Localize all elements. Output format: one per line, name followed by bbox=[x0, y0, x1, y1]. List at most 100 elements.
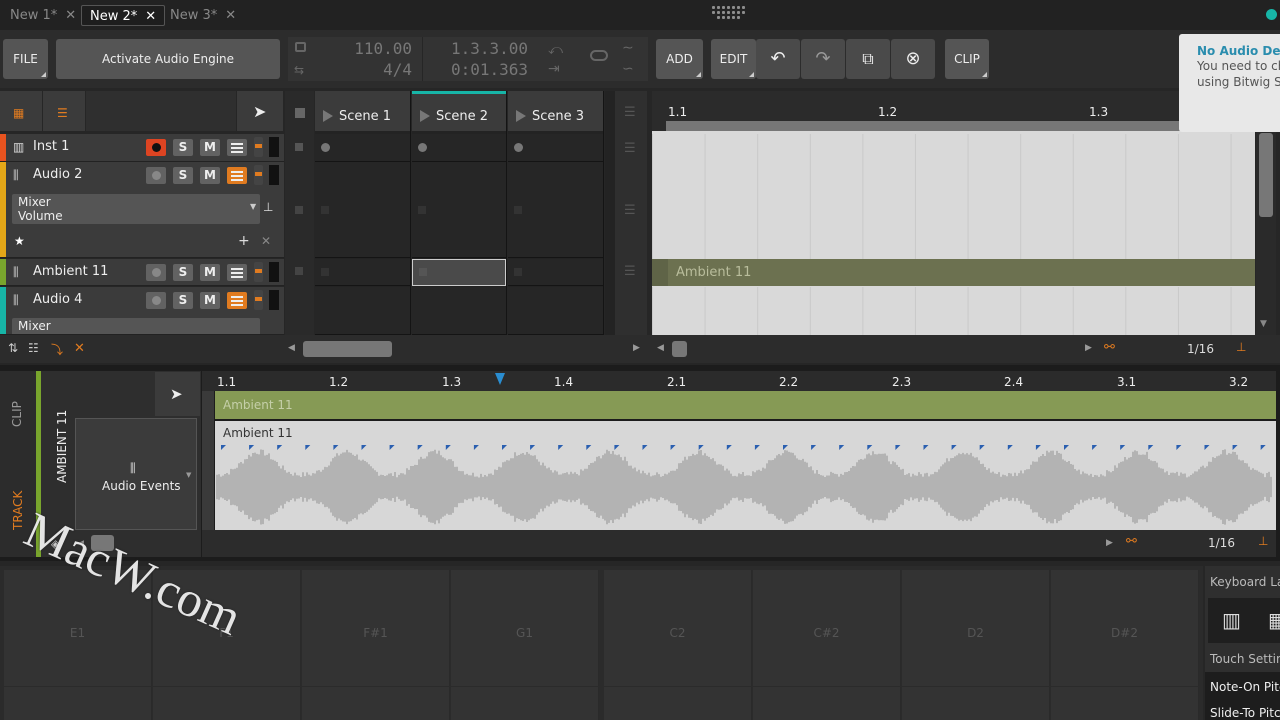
redo-icon[interactable]: ↷ bbox=[801, 39, 845, 79]
parameter-selector[interactable]: Mixer bbox=[12, 318, 260, 334]
time-display[interactable]: 0:01.363 bbox=[428, 60, 528, 79]
metronome-icon[interactable]: ⤺ bbox=[548, 42, 563, 58]
add-icon[interactable]: + bbox=[238, 233, 250, 249]
file-button[interactable]: FILE bbox=[3, 39, 48, 79]
horizontal-scrollbar-thumb[interactable] bbox=[672, 341, 687, 357]
scroll-left-icon[interactable]: ◀ bbox=[288, 343, 295, 353]
note-pad[interactable]: F1 bbox=[153, 570, 301, 720]
loop-region-bar[interactable] bbox=[666, 121, 1255, 131]
scroll-right-icon[interactable]: ▶ bbox=[633, 343, 640, 353]
scene-header-1[interactable]: Scene 1 bbox=[315, 91, 410, 131]
clip-slot[interactable] bbox=[412, 287, 506, 335]
duplicate-icon[interactable]: ⧉ bbox=[846, 39, 890, 79]
clip-slot[interactable] bbox=[412, 162, 506, 258]
clip-slot[interactable] bbox=[508, 259, 603, 286]
clip-slot[interactable] bbox=[315, 134, 410, 162]
track-menu-button[interactable] bbox=[227, 139, 247, 156]
close-icon[interactable]: ✕ bbox=[145, 9, 156, 24]
remove-icon[interactable]: ✕ bbox=[261, 234, 271, 248]
clip-launcher-view-button[interactable]: ▦ bbox=[0, 91, 42, 131]
menu-icon[interactable]: ☰ bbox=[624, 141, 636, 156]
menu-icon[interactable]: ☰ bbox=[624, 203, 636, 218]
track-ambient-11[interactable]: ⫼ Ambient 11 S M bbox=[0, 259, 284, 286]
note-on-pitch-setting[interactable]: Note-On Pitc bbox=[1210, 680, 1280, 694]
snap-icon[interactable]: ⚯ bbox=[1126, 534, 1137, 549]
tempo-display[interactable]: 110.00 bbox=[328, 39, 412, 58]
snap-icon[interactable]: ⚯ bbox=[1104, 340, 1115, 355]
arranger-timeline[interactable]: 1.1 1.2 1.3 Ambient 11 bbox=[652, 91, 1255, 335]
track-name[interactable]: Ambient 11 bbox=[33, 259, 108, 285]
solo-button[interactable]: S bbox=[173, 264, 193, 281]
menu-icon[interactable]: ☰ bbox=[624, 264, 636, 279]
scene-header-3[interactable]: Scene 3 bbox=[508, 91, 603, 131]
clip-button[interactable]: CLIP bbox=[945, 39, 989, 79]
scroll-right-icon[interactable]: ▶ bbox=[1085, 343, 1092, 353]
track-audio-4[interactable]: ⫼ Audio 4 S M Mixer bbox=[0, 287, 284, 335]
solo-button[interactable]: S bbox=[173, 139, 193, 156]
menu-icon[interactable]: ☰ bbox=[624, 105, 636, 120]
track-inst-1[interactable]: ▥ Inst 1 S M bbox=[0, 134, 284, 162]
time-signature-display[interactable]: 4/4 bbox=[328, 60, 412, 79]
bitwig-logo-icon[interactable] bbox=[712, 6, 748, 24]
clip-slot[interactable] bbox=[412, 134, 506, 162]
position-display[interactable]: 1.3.3.00 bbox=[428, 39, 528, 58]
stop-all-icon[interactable] bbox=[295, 108, 305, 118]
note-pad[interactable]: F#1 bbox=[302, 570, 450, 720]
piano-layout-icon[interactable]: ▥ bbox=[1222, 608, 1241, 632]
automation-write-icon[interactable]: ∼ bbox=[622, 40, 634, 56]
star-icon[interactable]: ★ bbox=[14, 234, 25, 248]
chevron-down-icon[interactable]: ▼ bbox=[186, 471, 191, 479]
stop-icon[interactable] bbox=[295, 206, 303, 214]
solo-button[interactable]: S bbox=[173, 167, 193, 184]
volume-fader[interactable] bbox=[254, 290, 263, 310]
pointer-tool-button[interactable]: ➤ bbox=[237, 91, 283, 131]
track-tab[interactable]: TRACK bbox=[0, 465, 36, 557]
track-audio-2[interactable]: ⫼ Audio 2 S M Mixer Volume ▼ ⊥ ★ + ✕ bbox=[0, 162, 284, 258]
scroll-down-icon[interactable]: ▼ bbox=[1260, 319, 1267, 329]
track-menu-button[interactable] bbox=[227, 167, 247, 184]
track-menu-button[interactable] bbox=[227, 264, 247, 281]
clear-icon[interactable]: ✕ bbox=[74, 341, 85, 356]
clip-slot[interactable] bbox=[315, 162, 410, 258]
grid-snap-icon[interactable]: ⊥ bbox=[1258, 534, 1268, 548]
automation-icon[interactable]: ∽ bbox=[622, 61, 634, 77]
mute-button[interactable]: M bbox=[200, 292, 220, 309]
volume-fader[interactable] bbox=[254, 137, 263, 157]
close-icon[interactable]: ✕ bbox=[225, 8, 236, 23]
playhead-icon[interactable] bbox=[495, 373, 505, 385]
clip-slot[interactable] bbox=[508, 134, 603, 162]
record-arm-button[interactable] bbox=[146, 139, 166, 156]
tab-new-3[interactable]: New 3* ✕ bbox=[162, 5, 244, 26]
note-pad[interactable]: G1 bbox=[451, 570, 599, 720]
list-view-icon[interactable]: ☷ bbox=[28, 341, 39, 355]
track-lane[interactable]: Ambient 11 bbox=[652, 259, 1255, 286]
audio-events-lane-selector[interactable]: ⫼ Audio Events ▼ bbox=[75, 418, 197, 530]
scroll-left-icon[interactable]: ◀ bbox=[657, 343, 664, 353]
loop-arrows-icon[interactable]: ⇆ bbox=[294, 63, 304, 77]
clip-slot-selected[interactable] bbox=[412, 259, 506, 286]
mute-button[interactable]: M bbox=[200, 139, 220, 156]
scrollbar-thumb[interactable] bbox=[1259, 133, 1273, 217]
track-menu-button[interactable] bbox=[227, 292, 247, 309]
record-arm-button[interactable] bbox=[146, 167, 166, 184]
parameter-selector[interactable]: Mixer Volume ▼ bbox=[12, 194, 260, 224]
audio-event[interactable]: Ambient 11 bbox=[215, 421, 1276, 530]
loop-icon[interactable] bbox=[590, 50, 608, 61]
notification-popup[interactable]: No Audio Devic You need to che using Bit… bbox=[1179, 34, 1280, 132]
note-pad[interactable]: C#2 bbox=[753, 570, 901, 720]
stop-icon[interactable] bbox=[295, 267, 303, 275]
tab-new-2[interactable]: New 2* ✕ bbox=[81, 5, 166, 26]
track-name[interactable]: Audio 2 bbox=[33, 162, 82, 188]
undo-icon[interactable]: ↶ bbox=[756, 39, 800, 79]
track-name[interactable]: Audio 4 bbox=[33, 287, 82, 313]
quantize-selector[interactable]: 1/16 bbox=[1208, 536, 1235, 550]
arranger-view-button[interactable]: ☰ bbox=[43, 91, 85, 131]
follow-icon[interactable]: ⤵ bbox=[51, 341, 63, 358]
status-indicator-icon[interactable] bbox=[1266, 9, 1277, 20]
note-pad[interactable]: D#2 bbox=[1051, 570, 1199, 720]
solo-button[interactable]: S bbox=[173, 292, 193, 309]
volume-fader[interactable] bbox=[254, 165, 263, 185]
clip-slot[interactable] bbox=[508, 287, 603, 335]
mute-button[interactable]: M bbox=[200, 167, 220, 184]
editor-ruler[interactable]: 1.1 1.2 1.3 1.4 2.1 2.2 2.3 2.4 3.1 3.2 bbox=[202, 371, 1276, 391]
